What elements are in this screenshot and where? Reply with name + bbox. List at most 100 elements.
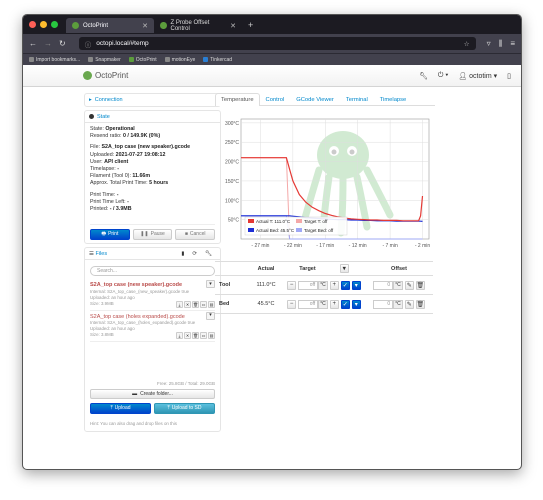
new-tab-icon[interactable]: + [248, 20, 253, 30]
print-file-icon[interactable]: ▤ [208, 332, 215, 340]
info-icon [89, 114, 94, 119]
address-bar[interactable]: ⓘ octopi.local/#temp ☆ [78, 37, 476, 50]
tab-timelapse[interactable]: Timelapse [374, 93, 413, 105]
download-icon[interactable]: ⤓ [176, 300, 183, 308]
close-tab-icon[interactable]: ✕ [230, 22, 236, 30]
zoom-window-button[interactable] [51, 21, 58, 28]
connection-header[interactable]: ▸ Connection [85, 94, 220, 106]
bed-offset-input[interactable]: 0 [373, 299, 394, 309]
set-target-button[interactable]: ✓ [340, 280, 350, 290]
y-tick-label: 100°C [225, 198, 239, 204]
print-file-icon[interactable]: ▤ [208, 300, 215, 308]
wrench-icon[interactable]: 🔧︎ [419, 72, 428, 80]
close-window-button[interactable] [29, 21, 36, 28]
bookmark-item[interactable]: Import bookmarks... [29, 57, 80, 63]
bookmarks-bar: Import bookmarks... Snapmaker OctoPrint … [23, 53, 521, 65]
file-search-input[interactable]: Search... [90, 266, 215, 277]
tab-control[interactable]: Control [260, 93, 291, 105]
bookmark-item[interactable]: Snapmaker [88, 57, 121, 63]
file-list-item[interactable]: ▾ S2A_top case (new speaker).gcode Inter… [90, 279, 215, 311]
wrench-icon[interactable]: 🔧︎ [205, 251, 212, 257]
file-line: Uploaded: 2021-07-27 19:08:12 [90, 151, 166, 158]
y-tick-label: 200°C [225, 160, 239, 166]
pencil-icon[interactable]: ✎ [404, 280, 414, 290]
pencil-icon[interactable]: ✎ [404, 299, 414, 309]
bookmark-item[interactable]: Tinkercad [203, 57, 232, 63]
tab-gcode-viewer[interactable]: GCode Viewer [290, 93, 340, 105]
upload-button[interactable]: ⤒ Upload [90, 403, 151, 415]
file-dropdown-button[interactable]: ▾ [206, 280, 215, 289]
back-icon[interactable]: ← [29, 39, 37, 48]
browser-tab-zprobe[interactable]: Z Probe Offset Control ✕ [154, 18, 242, 33]
bookmark-item[interactable]: OctoPrint [128, 57, 157, 63]
browser-tab-label: Z Probe Offset Control [170, 19, 210, 32]
main-tabs: Temperature Control GCode Viewer Termina… [215, 93, 435, 106]
power-icon[interactable]: ⏻ ▾ [438, 72, 448, 80]
file-line: File: S2A_top case (new speaker).gcode [90, 144, 191, 151]
browser-tab-octoprint[interactable]: OctoPrint ✕ [66, 18, 154, 33]
set-target-button[interactable]: ✓ [340, 299, 350, 309]
tool-offset-input[interactable]: 0 [373, 280, 394, 290]
file-list-item[interactable]: ▾ S2A_top case (holes expanded).gcode In… [90, 311, 215, 343]
bookmark-item[interactable]: motionEye [164, 56, 196, 63]
main-area: ▸ Connection State State: Operational Re… [23, 87, 521, 451]
browser-window: OctoPrint ✕ Z Probe Offset Control ✕ + ←… [22, 14, 522, 470]
folder-icon[interactable]: ▭ [200, 300, 207, 308]
bookmark-label: motionEye [171, 56, 196, 63]
cancel-button[interactable]: ■ Cancel [175, 229, 216, 241]
list-icon: ☰ [89, 250, 94, 257]
reload-icon[interactable]: ↻ [59, 39, 66, 48]
sd-card-icon[interactable]: ▮ [181, 251, 184, 257]
target-dropdown-button[interactable]: ▾ [339, 264, 349, 273]
tab-terminal[interactable]: Terminal [340, 93, 374, 105]
library-icon[interactable]: ⫼ [499, 39, 503, 49]
trash-icon[interactable]: 🗑︎ [192, 332, 199, 340]
folder-icon[interactable]: ▭ [200, 332, 207, 340]
state-title: State [97, 113, 110, 120]
files-header[interactable]: ☰ Files ▮ ⟳ 🔧︎ [85, 248, 220, 261]
legend-swatch [296, 228, 302, 232]
target-options-button[interactable]: ▾ [351, 299, 361, 309]
bookmark-star-icon[interactable]: ☆ [464, 40, 470, 48]
mobile-icon[interactable]: ▯ [507, 72, 511, 80]
refresh-icon[interactable]: ⟳ [192, 251, 197, 257]
increase-target-button[interactable]: + [329, 299, 339, 309]
target-options-button[interactable]: ▾ [351, 280, 361, 290]
delete-x-icon[interactable]: ✕ [184, 300, 191, 308]
octoprint-navbar: OctoPrint 🔧︎ ⏻ ▾ 👤︎ octotim ▾ ▯ [23, 65, 521, 87]
state-header[interactable]: State [85, 111, 220, 123]
print-button[interactable]: 🖶︎ Print [90, 229, 130, 241]
tab-temperature[interactable]: Temperature [215, 93, 260, 106]
minimize-window-button[interactable] [40, 21, 47, 28]
trash-icon[interactable]: 🗑︎ [415, 299, 425, 309]
file-dropdown-button[interactable]: ▾ [206, 311, 215, 320]
bookmark-label: Snapmaker [95, 56, 121, 63]
decrease-target-button[interactable]: − [287, 280, 297, 290]
files-panel: ☰ Files ▮ ⟳ 🔧︎ Search... ▾ S2A_top case … [84, 247, 221, 432]
delete-x-icon[interactable]: ✕ [184, 332, 191, 340]
decrease-target-button[interactable]: − [287, 299, 297, 309]
menu-icon[interactable]: ≡ [510, 39, 515, 49]
create-folder-button[interactable]: ▬ Create folder... [90, 389, 215, 400]
pause-button[interactable]: ❚❚ Pause [132, 229, 173, 241]
site-info-icon[interactable]: ⓘ [85, 39, 92, 49]
increase-target-button[interactable]: + [329, 280, 339, 290]
bed-target-input[interactable]: off [298, 299, 319, 309]
upload-sd-button[interactable]: ⤒ Upload to SD [154, 403, 215, 415]
browser-tab-bar: OctoPrint ✕ Z Probe Offset Control ✕ + [23, 15, 521, 34]
octoprint-brand[interactable]: OctoPrint [83, 71, 128, 80]
bookmark-label: Import bookmarks... [36, 56, 81, 63]
tool-target-input[interactable]: off [298, 280, 319, 290]
download-icon[interactable]: ⤓ [176, 332, 183, 340]
upload-icon: ⤒ [167, 405, 170, 412]
temperature-table: Actual Target ▾ Offset Tool 111.0°C − off… [215, 261, 433, 314]
trash-icon[interactable]: 🗑︎ [415, 280, 425, 290]
pocket-icon[interactable]: ▿ [487, 39, 491, 49]
trash-icon[interactable]: 🗑︎ [192, 300, 199, 308]
user-menu[interactable]: 👤︎ octotim ▾ [458, 72, 497, 80]
upload-icon: ⤒ [110, 405, 113, 412]
connection-panel: ▸ Connection [84, 93, 221, 107]
close-tab-icon[interactable]: ✕ [142, 22, 148, 30]
file-name[interactable]: S2A_top case (new speaker).gcode [90, 282, 190, 289]
forward-icon[interactable]: → [44, 39, 52, 48]
